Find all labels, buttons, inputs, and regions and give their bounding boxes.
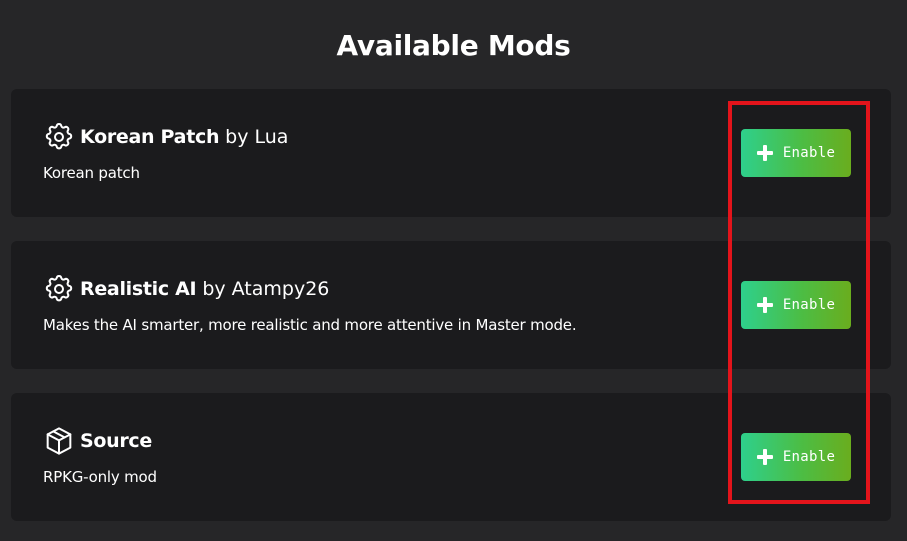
mod-header: Korean Patch by Lua xyxy=(43,121,288,153)
plus-icon xyxy=(756,449,773,465)
enable-button[interactable]: Enable xyxy=(741,281,851,329)
mod-author-line: by Lua xyxy=(225,126,288,148)
gear-icon xyxy=(43,273,75,305)
mod-description: Makes the AI smarter, more realistic and… xyxy=(43,316,577,334)
enable-button-label: Enable xyxy=(782,297,836,313)
enable-button[interactable]: Enable xyxy=(741,129,851,177)
mod-author: Lua xyxy=(254,126,289,148)
mod-card-realistic-ai: Realistic AI by Atampy26 Makes the AI sma… xyxy=(11,241,891,369)
mod-header: Source xyxy=(43,425,152,457)
gear-icon xyxy=(43,121,75,153)
mod-card-source: Source RPKG-only mod Enable xyxy=(11,393,891,521)
mod-description: RPKG-only mod xyxy=(43,468,157,486)
plus-icon xyxy=(756,297,773,313)
package-icon xyxy=(43,425,75,457)
mod-by-label: by xyxy=(225,126,249,148)
mod-name: Korean Patch xyxy=(80,126,220,148)
page-title: Available Mods xyxy=(336,29,571,62)
mods-page: Available Mods Korean Patch by Lua Korean… xyxy=(0,0,907,541)
enable-button[interactable]: Enable xyxy=(741,433,851,481)
mod-name: Source xyxy=(80,430,152,452)
mod-header: Realistic AI by Atampy26 xyxy=(43,273,329,305)
enable-button-label: Enable xyxy=(782,449,836,465)
mod-author-line: by Atampy26 xyxy=(202,278,329,300)
mod-by-label: by xyxy=(202,278,226,300)
mod-name: Realistic AI xyxy=(80,278,197,300)
plus-icon xyxy=(756,145,773,161)
mod-author: Atampy26 xyxy=(231,278,330,300)
enable-button-label: Enable xyxy=(782,145,836,161)
mod-card-korean-patch: Korean Patch by Lua Korean patch Enable xyxy=(11,89,891,217)
mod-description: Korean patch xyxy=(43,164,140,182)
